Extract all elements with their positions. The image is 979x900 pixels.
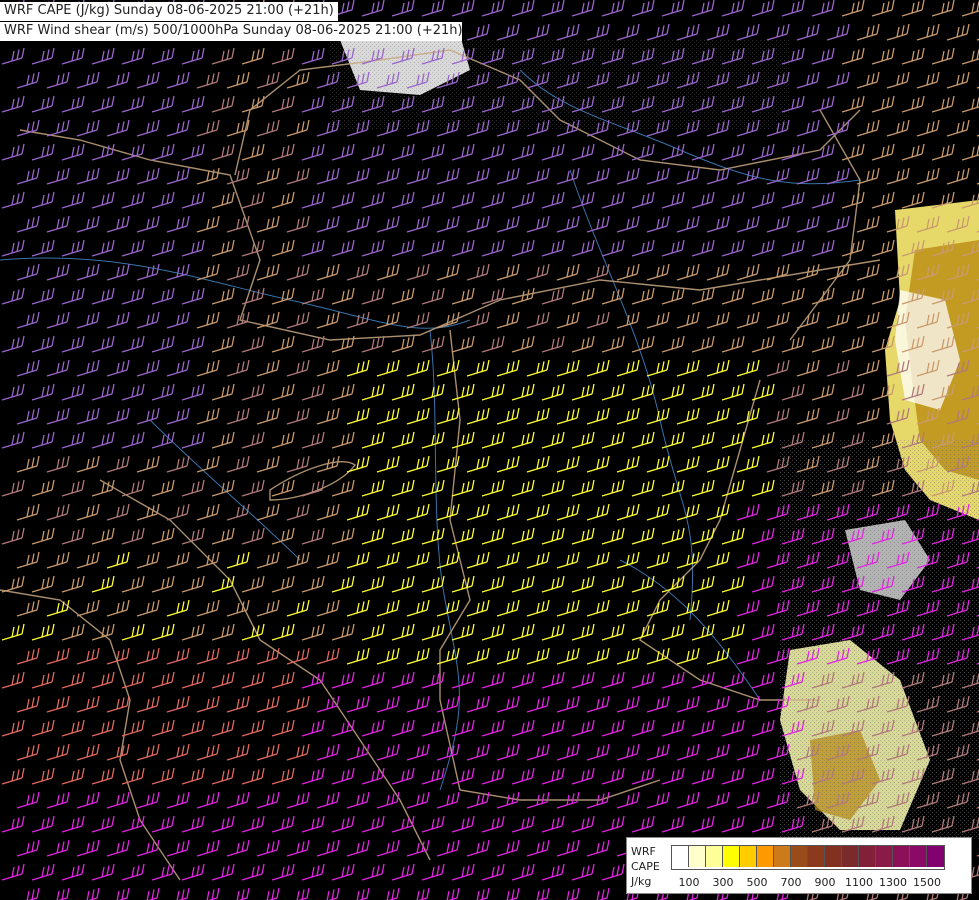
legend-unit-label: J/kg [631, 875, 652, 888]
legend-swatch [740, 846, 757, 867]
map-viewport[interactable]: WRF CAPE (J/kg) Sunday 08-06-2025 21:00 … [0, 0, 979, 900]
legend-swatch [706, 846, 723, 867]
legend-tick-label: 500 [746, 876, 768, 889]
legend-field-label: CAPE [631, 860, 660, 873]
legend-tick-label: 1500 [913, 876, 941, 889]
legend-swatch [689, 846, 706, 867]
legend-swatch [825, 846, 842, 867]
legend-swatch [859, 846, 876, 867]
legend-tick-label: 700 [780, 876, 802, 889]
legend-swatch [774, 846, 791, 867]
legend-tick-label: 1300 [879, 876, 907, 889]
legend-tick-label: 1100 [845, 876, 873, 889]
legend-tick-label: 100 [678, 876, 700, 889]
cape-stipple-north [330, 40, 790, 130]
legend-swatch [910, 846, 927, 867]
map-title-wind-shear: WRF Wind shear (m/s) 500/1000hPa Sunday … [0, 22, 463, 41]
cape-stipple-east [780, 440, 979, 840]
legend-swatch [893, 846, 910, 867]
legend-swatch [672, 846, 689, 867]
legend-swatch [757, 846, 774, 867]
weather-map[interactable] [0, 0, 979, 900]
legend-swatch [808, 846, 825, 867]
legend-color-scale [671, 845, 945, 870]
map-title-cape: WRF CAPE (J/kg) Sunday 08-06-2025 21:00 … [0, 2, 338, 21]
legend-tick-label: 300 [712, 876, 734, 889]
legend-swatch [927, 846, 944, 867]
cape-legend: WRF CAPE J/kg 100 300 500 700 900 1100 1300 150… [626, 837, 972, 894]
legend-swatch [876, 846, 893, 867]
legend-swatch [842, 846, 859, 867]
legend-model-label: WRF [631, 845, 656, 858]
legend-swatch [791, 846, 808, 867]
legend-tick-label: 900 [814, 876, 836, 889]
legend-swatch [723, 846, 740, 867]
